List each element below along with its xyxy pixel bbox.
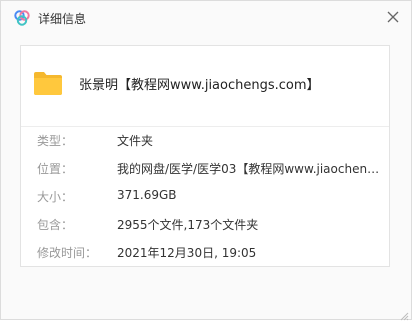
modified-value: 2021年12月30日, 19:05 (117, 246, 257, 260)
title-bar[interactable]: 详细信息 (1, 1, 411, 37)
detail-row-modified: 修改时间： 2021年12月30日, 19:05 (37, 244, 387, 262)
details-dialog: 详细信息 张景明【教程网www.jiaochengs.com】 类型： 文件夹 … (0, 0, 412, 321)
detail-row-type: 类型： 文件夹 (37, 132, 387, 150)
contains-label: 包含： (37, 218, 74, 232)
detail-row-contains: 包含： 2955个文件,173个文件夹 (37, 216, 387, 234)
size-value: 371.69GB (117, 188, 177, 202)
resize-grip-icon[interactable] (399, 306, 409, 321)
contains-value: 2955个文件,173个文件夹 (117, 218, 259, 232)
cloud-logo-icon (13, 9, 31, 27)
detail-row-location: 位置： 我的网盘/医学/医学03【教程网www.jiaochengs.com】 (37, 160, 387, 178)
details-panel: 张景明【教程网www.jiaochengs.com】 类型： 文件夹 位置： 我… (20, 45, 390, 267)
detail-row-size: 大小： 371.69GB (37, 188, 387, 206)
file-name: 张景明【教程网www.jiaochengs.com】 (79, 78, 320, 93)
location-value[interactable]: 我的网盘/医学/医学03【教程网www.jiaochengs.com】 (117, 160, 385, 177)
size-label: 大小： (37, 190, 74, 204)
type-label: 类型： (37, 134, 74, 148)
dialog-title: 详细信息 (38, 12, 87, 26)
file-header: 张景明【教程网www.jiaochengs.com】 (21, 46, 389, 127)
modified-label: 修改时间： (37, 246, 98, 260)
location-label: 位置： (37, 162, 74, 176)
close-button[interactable] (384, 8, 402, 26)
close-icon (387, 11, 399, 23)
type-value: 文件夹 (117, 134, 154, 148)
folder-icon (33, 70, 63, 96)
